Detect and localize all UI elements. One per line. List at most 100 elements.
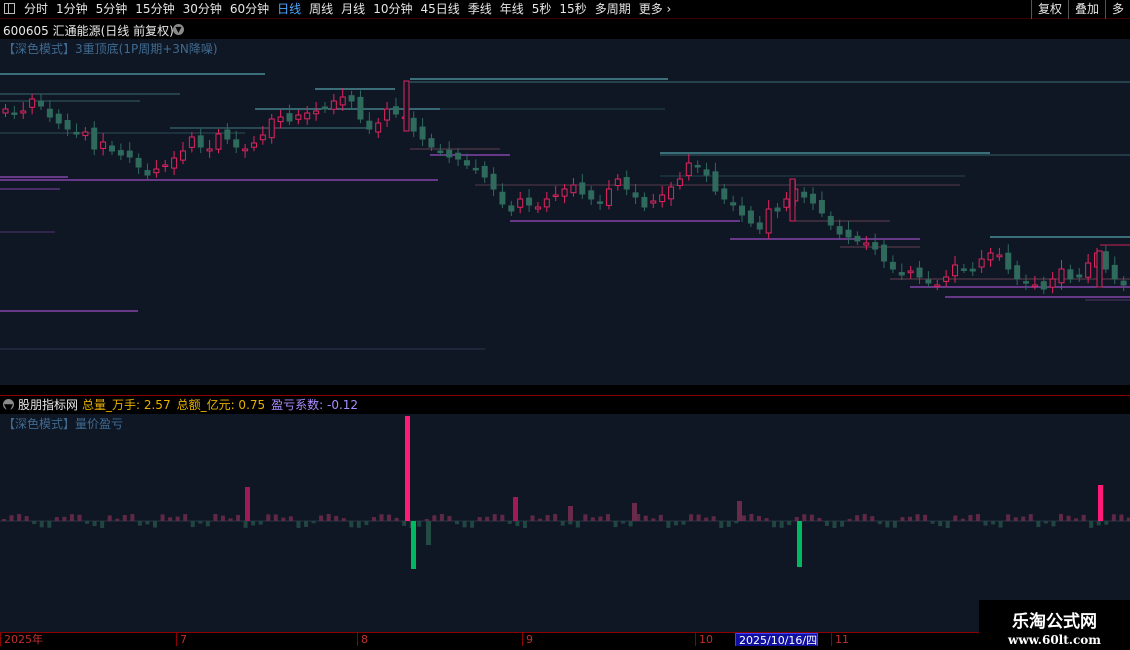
date-tick: 7	[176, 633, 187, 647]
candle-body	[579, 182, 586, 195]
indicator-bar	[85, 521, 90, 524]
indicator-bar	[9, 515, 14, 521]
candle-body	[224, 129, 231, 140]
candle-body	[694, 164, 701, 168]
candle-body	[960, 268, 967, 271]
indicator-bar	[168, 517, 173, 521]
indicator-bar	[749, 514, 754, 521]
period-tab[interactable]: 更多 ›	[635, 0, 676, 19]
period-tab[interactable]: 15秒	[555, 0, 590, 19]
indicator-spike-bar	[426, 521, 431, 545]
candle-body	[721, 188, 728, 200]
candle-body	[552, 194, 559, 197]
indicator-bar	[877, 521, 882, 525]
indicator-bar	[198, 521, 203, 524]
toolbar-button[interactable]: 复权	[1030, 0, 1068, 19]
candle-body	[650, 200, 657, 204]
candle-body	[614, 178, 621, 187]
indicator-bar	[643, 515, 648, 521]
candle-body	[765, 208, 772, 234]
candle-body	[437, 150, 444, 153]
candle-body	[499, 191, 506, 205]
candle-body	[313, 110, 320, 115]
indicator-bar	[296, 521, 301, 528]
indicator-bar	[190, 521, 195, 528]
period-tab[interactable]: 5分钟	[92, 0, 132, 19]
candle-body	[827, 215, 834, 226]
chevron-down-icon[interactable]: ▼	[173, 24, 184, 35]
candle-body	[1085, 262, 1092, 278]
period-tab[interactable]: 日线	[273, 0, 305, 19]
indicator-bar	[288, 516, 293, 521]
indicator-bar	[485, 516, 490, 521]
period-tab[interactable]: 季线	[464, 0, 496, 19]
candle-body	[403, 80, 410, 132]
period-tab[interactable]: 30分钟	[179, 0, 226, 19]
indicator-bar	[371, 517, 376, 521]
candle-body	[934, 284, 941, 287]
indicator-bar	[432, 515, 437, 521]
indicator-bar	[923, 514, 928, 521]
indicator-spike-bar	[737, 501, 742, 521]
indicator-chart-panel[interactable]: 【深色模式】量价盈亏	[0, 414, 1130, 632]
indicator-bar	[349, 521, 354, 528]
candle-body	[135, 157, 142, 168]
indicator-bar	[1066, 515, 1071, 521]
candle-body	[597, 201, 604, 204]
watermark-title: 乐淘公式网	[1012, 612, 1097, 632]
candle-body	[987, 252, 994, 261]
candle-body	[925, 279, 932, 284]
indicator-bar	[824, 521, 829, 526]
toolbar-button[interactable]: 多	[1104, 0, 1130, 19]
period-tab[interactable]: 月线	[337, 0, 369, 19]
indicator-bar	[689, 514, 694, 521]
period-tab[interactable]: 60分钟	[226, 0, 273, 19]
period-tab[interactable]: 45日线	[416, 0, 463, 19]
indicator-bar	[1119, 514, 1124, 521]
date-tick: 8	[357, 633, 368, 647]
indicator-bar	[885, 521, 890, 528]
period-tab[interactable]: 周线	[305, 0, 337, 19]
candle-body	[712, 171, 719, 192]
indicator-values: 总量_万手: 2.57 总额_亿元: 0.75 盈亏系数: -0.12	[82, 396, 364, 414]
chevron-down-icon[interactable]: ▼	[3, 399, 14, 415]
period-tab[interactable]: 1分钟	[52, 0, 92, 19]
indicator-bar	[417, 521, 422, 527]
indicator-bar	[991, 521, 996, 525]
indicator-bar	[696, 514, 701, 521]
indicator-bar	[2, 519, 6, 521]
candle-body	[676, 178, 683, 186]
indicator-bar	[341, 518, 346, 521]
candle-body	[73, 131, 80, 135]
indicator-bar	[870, 516, 875, 521]
indicator-bar	[122, 515, 127, 521]
indicator-bar	[809, 514, 814, 521]
indicator-bar	[175, 516, 180, 521]
period-tab[interactable]: 5秒	[528, 0, 556, 19]
indicator-bar	[92, 521, 97, 527]
indicator-bar	[840, 521, 845, 527]
indicator-bar	[17, 514, 22, 521]
window-layout-icon[interactable]	[4, 3, 15, 14]
indicator-value: 总额_亿元: 0.75	[176, 398, 266, 412]
indicator-bar	[1043, 521, 1048, 524]
period-tab[interactable]: 10分钟	[369, 0, 416, 19]
toolbar-button[interactable]: 叠加	[1067, 0, 1105, 19]
candle-body	[508, 205, 515, 212]
period-tab[interactable]: 15分钟	[131, 0, 178, 19]
candle-body	[756, 222, 763, 230]
period-tab[interactable]: 多周期	[591, 0, 635, 19]
candle-body	[570, 184, 577, 194]
indicator-bar	[779, 521, 784, 528]
candlestick-chart-panel[interactable]: 【深色模式】3重顶底(1P周期+3N降噪)	[0, 39, 1130, 385]
period-tab[interactable]: 分时	[20, 0, 52, 19]
indicator-bar	[220, 515, 225, 521]
indicator-name[interactable]: 股朋指标网	[18, 396, 78, 414]
candle-body	[561, 188, 568, 197]
indicator-bar	[734, 521, 739, 524]
indicator-bar	[802, 514, 807, 521]
candle-body	[659, 194, 666, 203]
candle-body	[685, 162, 692, 177]
period-tab[interactable]: 年线	[496, 0, 528, 19]
indicator-bar	[273, 514, 278, 521]
